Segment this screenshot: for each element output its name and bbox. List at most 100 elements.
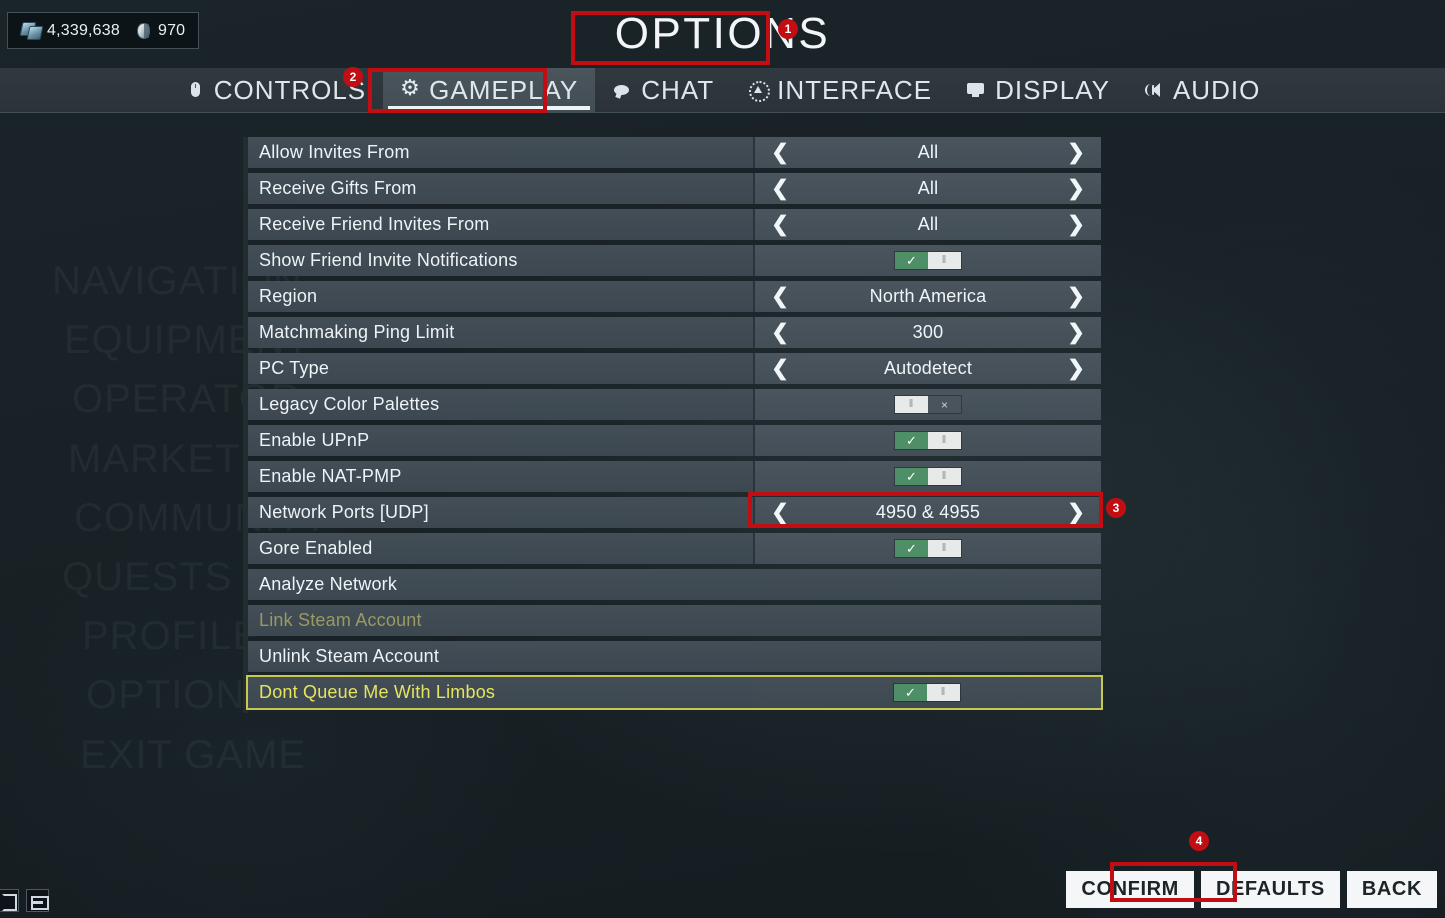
confirm-button[interactable]: CONFIRM	[1066, 871, 1194, 908]
setting-label: Analyze Network	[248, 569, 1101, 600]
toggle-switch[interactable]: ✓ ‖	[894, 431, 962, 450]
currency-bar: 4,339,638 970	[7, 12, 200, 49]
setting-value-area: ❮ North America ❯	[753, 281, 1101, 312]
speaker-icon	[1144, 80, 1164, 100]
setting-value-area: ❮ 4950 & 4955 ❯	[753, 497, 1101, 528]
toggle-switch[interactable]: ✓ ‖	[894, 251, 962, 270]
setting-row[interactable]: Receive Gifts From ❮ All ❯	[248, 173, 1101, 204]
setting-value-area: ❮ Autodetect ❯	[753, 353, 1101, 384]
setting-value-area: ✓ ‖	[753, 461, 1101, 492]
setting-label: Allow Invites From	[248, 137, 753, 168]
setting-row[interactable]: Region ❮ North America ❯	[248, 281, 1101, 312]
grip-icon: ‖	[928, 540, 961, 557]
setting-value-area: ❮ 300 ❯	[753, 317, 1101, 348]
credits-group: 4,339,638	[21, 22, 120, 40]
setting-value: 300	[912, 322, 944, 342]
tab-label: GAMEPLAY	[429, 74, 579, 105]
chevron-right-icon[interactable]: ❯	[1059, 497, 1093, 528]
setting-label: Receive Gifts From	[248, 173, 753, 204]
tab-chat[interactable]: CHAT	[595, 68, 731, 112]
setting-value-area: ✓ ‖	[753, 533, 1101, 564]
setting-label: Link Steam Account	[248, 605, 1101, 636]
setting-value: All	[917, 178, 939, 198]
chevron-right-icon[interactable]: ❯	[1059, 209, 1093, 240]
annotation-badge-4: 4	[1189, 831, 1209, 851]
setting-row[interactable]: Receive Friend Invites From ❮ All ❯	[248, 209, 1101, 240]
setting-row[interactable]: Analyze Network	[248, 569, 1101, 600]
setting-row[interactable]: Allow Invites From ❮ All ❯	[248, 137, 1101, 168]
setting-value-area: ❮ All ❯	[753, 173, 1101, 204]
defaults-button[interactable]: DEFAULTS	[1200, 871, 1340, 908]
back-button[interactable]: BACK	[1346, 871, 1437, 908]
setting-label: Enable NAT-PMP	[248, 461, 753, 492]
chevron-right-icon[interactable]: ❯	[1059, 353, 1093, 384]
toggle-switch[interactable]: ‖ ×	[894, 395, 962, 414]
toggle-switch[interactable]: ✓ ‖	[894, 539, 962, 558]
setting-label: Gore Enabled	[248, 533, 753, 564]
setting-row[interactable]: Unlink Steam Account	[248, 641, 1101, 672]
setting-row[interactable]: Legacy Color Palettes ‖ ×	[248, 389, 1101, 420]
chevron-right-icon[interactable]: ❯	[1059, 317, 1093, 348]
setting-value: North America	[869, 286, 987, 306]
check-icon: ✓	[895, 468, 928, 485]
setting-label: Show Friend Invite Notifications	[248, 245, 753, 276]
gear-icon	[400, 75, 421, 101]
setting-row[interactable]: PC Type ❮ Autodetect ❯	[248, 353, 1101, 384]
tab-label: INTERFACE	[777, 74, 933, 105]
setting-value-area: ‖ ×	[753, 389, 1101, 420]
interface-icon	[748, 80, 771, 102]
setting-value: All	[917, 214, 939, 234]
check-icon: ✓	[895, 432, 928, 449]
cross-icon: ×	[928, 396, 961, 413]
setting-value: 4950 & 4955	[875, 502, 981, 522]
grip-icon: ‖	[928, 432, 961, 449]
chevron-left-icon[interactable]: ❮	[763, 281, 797, 312]
setting-row[interactable]: Network Ports [UDP] ❮ 4950 & 4955 ❯	[248, 497, 1101, 528]
toggle-switch[interactable]: ✓ ‖	[893, 683, 961, 702]
mouse-icon	[185, 80, 205, 100]
chevron-left-icon[interactable]: ❮	[763, 317, 797, 348]
bracket-icon[interactable]	[0, 889, 19, 912]
corner-icon-bar	[0, 889, 49, 912]
tab-label: AUDIO	[1172, 74, 1261, 105]
page-title: OPTIONS	[614, 9, 831, 58]
setting-label: Receive Friend Invites From	[248, 209, 753, 240]
tab-interface[interactable]: INTERFACE	[731, 68, 949, 112]
setting-row[interactable]: Show Friend Invite Notifications ✓ ‖	[248, 245, 1101, 276]
setting-label: Network Ports [UDP]	[248, 497, 753, 528]
setting-row[interactable]: Dont Queue Me With Limbos ✓ ‖	[246, 675, 1103, 710]
setting-value-area: ✓ ‖	[753, 677, 1101, 708]
setting-value-area: ✓ ‖	[753, 425, 1101, 456]
chat-icon	[612, 80, 632, 100]
grip-icon: ‖	[928, 252, 961, 269]
grip-icon: ‖	[895, 396, 928, 413]
chevron-left-icon[interactable]: ❮	[763, 497, 797, 528]
chevron-left-icon[interactable]: ❮	[763, 137, 797, 168]
setting-row[interactable]: Link Steam Account	[248, 605, 1101, 636]
tab-controls[interactable]: CONTROLS	[168, 68, 383, 112]
tab-gameplay[interactable]: GAMEPLAY	[383, 68, 596, 112]
setting-row[interactable]: Enable NAT-PMP ✓ ‖	[248, 461, 1101, 492]
toggle-switch[interactable]: ✓ ‖	[894, 467, 962, 486]
title-wrap: OPTIONS	[0, 9, 1445, 58]
tab-display[interactable]: DISPLAY	[949, 68, 1127, 112]
setting-label: Enable UPnP	[248, 425, 753, 456]
window-icon[interactable]	[26, 889, 49, 912]
tab-audio[interactable]: AUDIO	[1127, 68, 1277, 112]
chevron-right-icon[interactable]: ❯	[1059, 281, 1093, 312]
chevron-right-icon[interactable]: ❯	[1059, 173, 1093, 204]
settings-list: Allow Invites From ❮ All ❯ Receive Gifts Fro…	[243, 137, 1103, 713]
setting-label: Matchmaking Ping Limit	[248, 317, 753, 348]
options-screen: NAVIGATION EQUIPMENT OPERATOR MARKET COMMUNI…	[0, 0, 1445, 918]
setting-label: Legacy Color Palettes	[248, 389, 753, 420]
setting-row[interactable]: Matchmaking Ping Limit ❮ 300 ❯	[248, 317, 1101, 348]
chevron-right-icon[interactable]: ❯	[1059, 137, 1093, 168]
setting-row[interactable]: Gore Enabled ✓ ‖	[248, 533, 1101, 564]
chevron-left-icon[interactable]: ❮	[763, 209, 797, 240]
setting-value: Autodetect	[883, 358, 973, 378]
platinum-icon	[134, 22, 153, 40]
chevron-left-icon[interactable]: ❮	[763, 353, 797, 384]
setting-label: PC Type	[248, 353, 753, 384]
setting-row[interactable]: Enable UPnP ✓ ‖	[248, 425, 1101, 456]
chevron-left-icon[interactable]: ❮	[763, 173, 797, 204]
